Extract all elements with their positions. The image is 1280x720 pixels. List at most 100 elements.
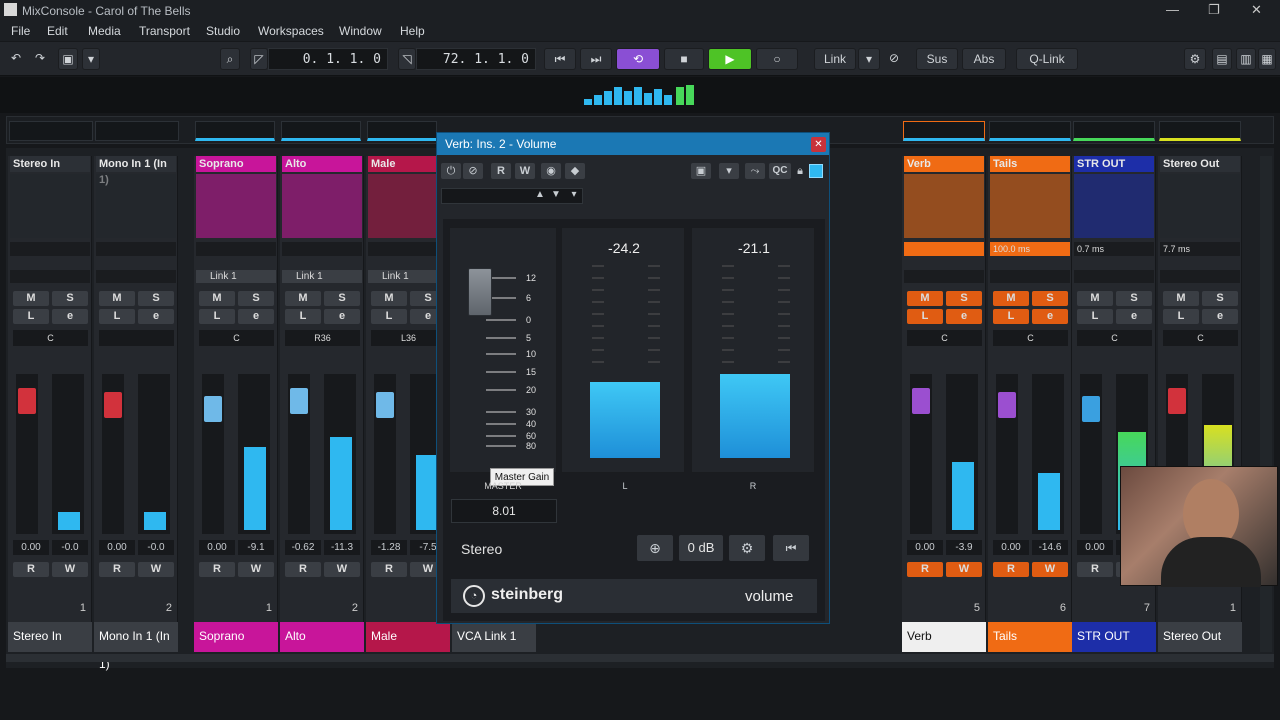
write-button[interactable]: W [238, 562, 274, 577]
menu-workspaces[interactable]: Workspaces [258, 24, 324, 38]
right-locator-position[interactable]: 72. 1. 1. 0 [416, 48, 536, 70]
solo-button[interactable]: S [138, 291, 174, 306]
channel-strip[interactable]: Soprano Link 1 M S Le C 0.00 -9.1 R W 1 Soprano [194, 156, 278, 652]
strip-setting-field[interactable] [282, 242, 362, 256]
menu-edit[interactable]: Edit [47, 24, 68, 38]
listen-button[interactable]: L [13, 309, 49, 324]
record-button[interactable]: ○ [756, 48, 798, 70]
strip-setting-field[interactable] [196, 242, 276, 256]
strip-eq-display[interactable] [96, 174, 176, 238]
listen-button[interactable]: L [99, 309, 135, 324]
menu-file[interactable]: File [11, 24, 30, 38]
strip-setting-field[interactable] [904, 242, 984, 256]
strip-bottom-name[interactable]: VCA Link 1 [452, 622, 536, 652]
write-button[interactable]: W [1032, 562, 1068, 577]
volume-value[interactable]: 0.00 [199, 540, 235, 555]
mute-button[interactable]: M [199, 291, 235, 306]
strip-link-field[interactable] [904, 270, 984, 283]
strip-eq-display[interactable] [282, 174, 362, 238]
lock-icon[interactable]: 🔒︎ [793, 163, 807, 179]
menu-studio[interactable]: Studio [206, 24, 240, 38]
strip-eq-display[interactable] [1074, 174, 1154, 238]
function-icon[interactable]: ⤳ [745, 163, 765, 179]
read-button[interactable]: R [99, 562, 135, 577]
solo-button[interactable]: S [1116, 291, 1152, 306]
strip-link-field[interactable] [96, 270, 176, 283]
strip-setting-field[interactable] [96, 242, 176, 256]
strip-bottom-name[interactable]: Male [366, 622, 450, 652]
left-zone-icon[interactable]: ▤ [1212, 48, 1232, 70]
search-icon[interactable]: ⌕ [220, 48, 240, 70]
volume-fader-handle[interactable] [1082, 396, 1100, 422]
power-icon[interactable]: ⏻ [441, 163, 461, 179]
edit-channel-button[interactable]: e [1032, 309, 1068, 324]
undo-icon[interactable]: ↶ [6, 48, 26, 70]
write-automation-button[interactable]: W [515, 163, 535, 179]
link-disable-icon[interactable]: ⊘ [884, 48, 904, 70]
strip-bottom-name[interactable]: Tails [988, 622, 1072, 652]
menu-media[interactable]: Media [88, 24, 121, 38]
strip-bottom-name[interactable]: Verb [902, 622, 986, 652]
volume-fader-handle[interactable] [18, 388, 36, 414]
overview-slot[interactable] [367, 121, 437, 141]
menu-transport[interactable]: Transport [139, 24, 190, 38]
go-to-end-icon[interactable]: ⏭ [580, 48, 612, 70]
reset-icon[interactable]: ⏮ [773, 535, 809, 561]
solo-button[interactable]: S [238, 291, 274, 306]
pan-control[interactable]: C [1077, 330, 1152, 346]
strip-name[interactable]: Verb [904, 156, 984, 172]
listen-button[interactable]: L [199, 309, 235, 324]
edit-channel-button[interactable]: e [1116, 309, 1152, 324]
overview-slot[interactable] [281, 121, 361, 141]
read-button[interactable]: R [285, 562, 321, 577]
write-button[interactable]: W [52, 562, 88, 577]
edit-channel-button[interactable]: e [238, 309, 274, 324]
strip-setting-field[interactable]: 100.0 ms [990, 242, 1070, 256]
strip-bottom-name[interactable]: STR OUT [1072, 622, 1156, 652]
volume-fader-handle[interactable] [290, 388, 308, 414]
listen-button[interactable]: L [1077, 309, 1113, 324]
qlink-button[interactable]: Q-Link [1016, 48, 1078, 70]
snapshot-dropdown-icon[interactable]: ▾ [82, 48, 100, 70]
edit-channel-button[interactable]: e [52, 309, 88, 324]
pan-control[interactable]: C [199, 330, 274, 346]
solo-button[interactable]: S [946, 291, 982, 306]
link-button[interactable]: Link [814, 48, 856, 70]
volume-fader-handle[interactable] [1168, 388, 1186, 414]
mute-button[interactable]: M [99, 291, 135, 306]
right-zone-icon[interactable]: ▥ [1236, 48, 1256, 70]
sus-button[interactable]: Sus [916, 48, 958, 70]
volume-fader-handle[interactable] [376, 392, 394, 418]
midi-icon[interactable]: ◆ [565, 163, 585, 179]
preset-down-icon[interactable]: ▼ [549, 189, 563, 203]
read-automation-button[interactable]: R [491, 163, 511, 179]
strip-eq-display[interactable] [196, 174, 276, 238]
gain-value-field[interactable]: 8.01 [451, 499, 557, 523]
strip-name[interactable]: Stereo In [10, 156, 90, 172]
edit-channel-button[interactable]: e [946, 309, 982, 324]
mute-button[interactable]: M [993, 291, 1029, 306]
solo-button[interactable]: S [1202, 291, 1238, 306]
channel-strip[interactable]: Verb M S Le C 0.00 -3.9 R W 5 Verb [902, 156, 986, 652]
volume-value[interactable]: 0.00 [99, 540, 135, 555]
read-button[interactable]: R [907, 562, 943, 577]
strip-setting-field[interactable]: 0.7 ms [1074, 242, 1154, 256]
volume-value[interactable]: 0.00 [13, 540, 49, 555]
play-button[interactable]: ▶ [708, 48, 752, 70]
write-button[interactable]: W [946, 562, 982, 577]
pan-control[interactable]: C [1163, 330, 1238, 346]
bypass-icon[interactable]: ⊘ [463, 163, 483, 179]
strip-eq-display[interactable] [10, 174, 90, 238]
mute-button[interactable]: M [1163, 291, 1199, 306]
solo-button[interactable]: S [52, 291, 88, 306]
master-fader-area[interactable]: 12 6 0 5 10 15 20 30 40 60 80 Master Gain [449, 227, 557, 486]
solo-button[interactable]: S [324, 291, 360, 306]
volume-fader-handle[interactable] [912, 388, 930, 414]
preset-menu-icon[interactable]: ▾ [567, 189, 581, 203]
pan-control[interactable]: C [13, 330, 88, 346]
mute-button[interactable]: M [371, 291, 407, 306]
cycle-button[interactable]: ⟲ [616, 48, 660, 70]
read-button[interactable]: R [993, 562, 1029, 577]
camera-icon[interactable]: ▣ [691, 163, 711, 179]
write-button[interactable]: W [138, 562, 174, 577]
